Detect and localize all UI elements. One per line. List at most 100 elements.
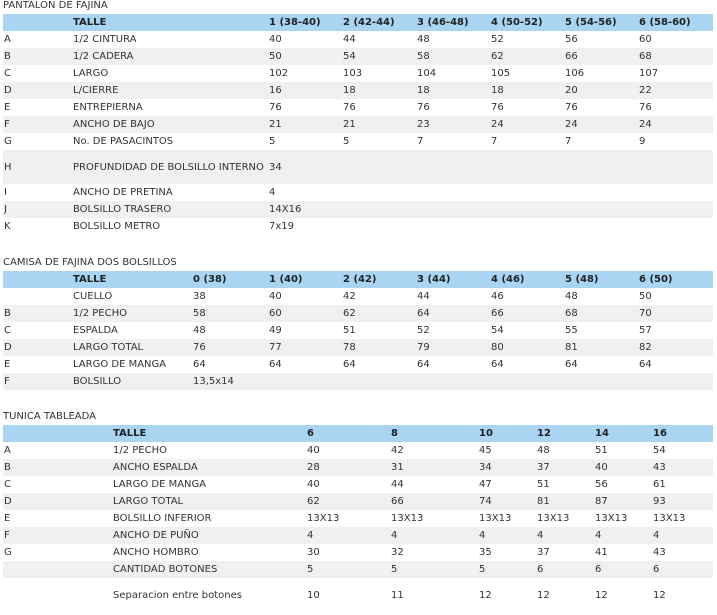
size-header: 6 (58-60) — [639, 17, 691, 28]
size-header: 5 (54-56) — [565, 17, 617, 28]
table-row: A 1/2 CINTURA 40 44 48 52 56 60 — [3, 31, 713, 48]
measurement-value: 66 — [491, 308, 504, 319]
measurement-value: 68 — [565, 308, 578, 319]
row-letter: E — [4, 102, 11, 113]
measurement-value: 78 — [343, 342, 356, 353]
measurement-value: 107 — [639, 68, 659, 79]
measurement-value: 64 — [343, 359, 356, 370]
measurement-value: 4 — [595, 530, 602, 541]
measurement-value: 64 — [269, 359, 282, 370]
tunica-tableada-title: TUNICA TABLEADA — [3, 411, 96, 422]
measurement-value: 24 — [639, 119, 652, 130]
measurement-value: 37 — [537, 462, 550, 473]
measurement-value: 7x19 — [269, 221, 295, 232]
measurement-value: 51 — [595, 445, 608, 456]
camisa-de-fajina-table: TALLE 0 (38) 1 (40) 2 (42) 3 (44) 4 (46) 5 (48… — [3, 271, 713, 390]
measurement-value: 56 — [565, 34, 578, 45]
table-header-row: TALLE 0 (38) 1 (40) 2 (42) 3 (44) 4 (46) 5 (48… — [3, 271, 713, 288]
measurement-label: BOLSILLO TRASERO — [73, 204, 172, 215]
measurement-value: 13X13 — [595, 513, 628, 524]
measurement-value: 5 — [269, 136, 276, 147]
row-letter: A — [4, 34, 11, 45]
measurement-value: 54 — [491, 325, 504, 336]
measurement-value: 40 — [307, 479, 320, 490]
row-letter: E — [4, 513, 11, 524]
measurement-value: 48 — [537, 445, 550, 456]
size-header: 16 — [653, 428, 667, 439]
measurement-value: 32 — [391, 547, 404, 558]
measurement-value: 9 — [639, 136, 646, 147]
measurement-value: 70 — [639, 308, 652, 319]
measurement-value: 44 — [391, 479, 404, 490]
table-row: C ESPALDA 48 49 51 52 54 55 57 — [3, 322, 713, 339]
measurement-label: BOLSILLO INFERIOR — [113, 513, 212, 524]
table-row: G ANCHO HOMBRO 30 32 35 37 41 43 — [3, 544, 713, 561]
measurement-label: BOLSILLO — [73, 376, 122, 387]
talle-header: TALLE — [73, 17, 107, 28]
measurement-value: 74 — [479, 496, 492, 507]
table-row: E LARGO DE MANGA 64 64 64 64 64 64 64 — [3, 356, 713, 373]
measurement-value: 54 — [653, 445, 666, 456]
measurement-value: 34 — [269, 161, 282, 173]
table-row: F BOLSILLO 13,5x14 — [3, 373, 713, 390]
measurement-value: 5 — [307, 564, 314, 575]
measurement-value: 52 — [417, 325, 430, 336]
size-header: 2 (42) — [343, 274, 377, 285]
measurement-label: ANCHO DE PRETINA — [73, 187, 173, 198]
table-row: G No. DE PASACINTOS 5 5 7 7 7 9 — [3, 133, 713, 150]
size-header: 6 (50) — [639, 274, 673, 285]
size-header: 8 — [391, 428, 398, 439]
measurement-value: 4 — [307, 530, 314, 541]
row-letter: K — [4, 221, 11, 232]
measurement-value: 23 — [417, 119, 430, 130]
measurement-value: 81 — [565, 342, 578, 353]
measurement-value: 12 — [653, 589, 666, 601]
measurement-value: 58 — [417, 51, 430, 62]
measurement-value: 77 — [269, 342, 282, 353]
size-header: 10 — [479, 428, 493, 439]
row-letter: F — [4, 530, 10, 541]
measurement-label: LARGO — [73, 68, 109, 79]
measurement-value: 103 — [343, 68, 363, 79]
size-header: 5 (48) — [565, 274, 599, 285]
table-row: F ANCHO DE PUÑO 4 4 4 4 4 4 — [3, 527, 713, 544]
table-row: D L/CIERRE 16 18 18 18 20 22 — [3, 82, 713, 99]
measurement-value: 50 — [269, 51, 282, 62]
measurement-value: 76 — [193, 342, 206, 353]
measurement-value: 62 — [307, 496, 320, 507]
size-header: 12 — [537, 428, 551, 439]
row-letter: F — [4, 376, 10, 387]
table-row: D LARGO TOTAL 76 77 78 79 80 81 82 — [3, 339, 713, 356]
measurement-value: 104 — [417, 68, 437, 79]
row-letter: B — [4, 51, 11, 62]
measurement-value: 62 — [491, 51, 504, 62]
size-header: 14 — [595, 428, 609, 439]
measurement-value: 21 — [343, 119, 356, 130]
row-letter: G — [4, 547, 12, 558]
measurement-value: 42 — [391, 445, 404, 456]
measurement-label: LARGO TOTAL — [113, 496, 184, 507]
measurement-value: 4 — [269, 187, 276, 198]
measurement-value: 21 — [269, 119, 282, 130]
measurement-label: LARGO DE MANGA — [113, 479, 207, 490]
measurement-value: 38 — [193, 291, 206, 302]
measurement-value: 18 — [417, 85, 430, 96]
measurement-value: 13X13 — [653, 513, 686, 524]
measurement-value: 87 — [595, 496, 608, 507]
measurement-value: 40 — [269, 291, 282, 302]
measurement-value: 76 — [639, 102, 652, 113]
measurement-value: 102 — [269, 68, 289, 79]
measurement-value: 80 — [491, 342, 504, 353]
table-row: CUELLO 38 40 42 44 46 48 50 — [3, 288, 713, 305]
measurement-value: 4 — [391, 530, 398, 541]
measurement-value: 68 — [639, 51, 652, 62]
table-row: C LARGO 102 103 104 105 106 107 — [3, 65, 713, 82]
measurement-value: 64 — [491, 359, 504, 370]
pantalon-de-fajina-table: TALLE 1 (38-40) 2 (42-44) 3 (46-48) 4 (50-52… — [3, 14, 713, 235]
measurement-value: 82 — [639, 342, 652, 353]
measurement-label: ANCHO HOMBRO — [113, 547, 199, 558]
measurement-value: 66 — [565, 51, 578, 62]
measurement-value: 5 — [479, 564, 486, 575]
measurement-value: 31 — [391, 462, 404, 473]
measurement-value: 30 — [307, 547, 320, 558]
